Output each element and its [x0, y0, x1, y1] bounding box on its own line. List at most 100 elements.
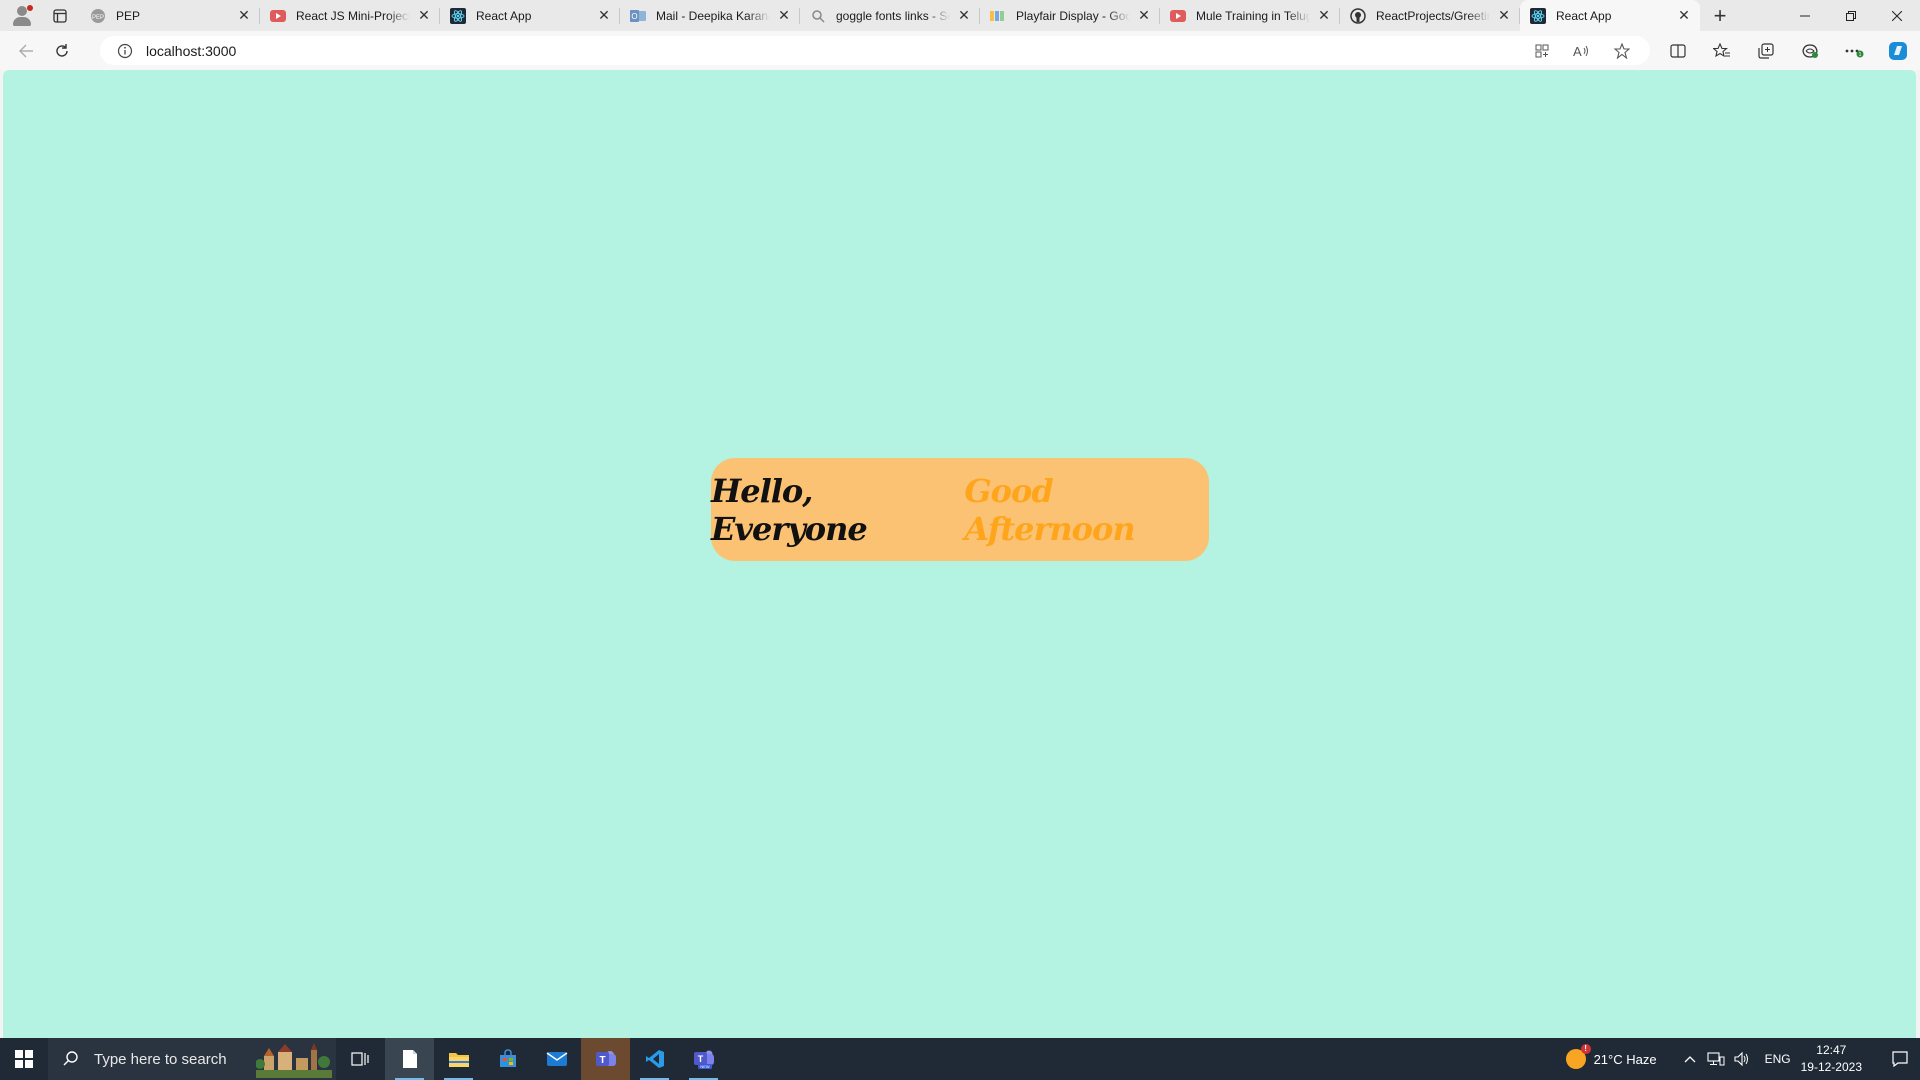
tab-react-app[interactable]: React App ✕: [440, 0, 620, 31]
tab-title: React JS Mini-Projects: [296, 8, 410, 23]
tab-playfair-display[interactable]: Playfair Display - Google Fonts ✕: [980, 0, 1160, 31]
taskbar-app-mail[interactable]: [532, 1038, 581, 1080]
tab-title: Mule Training in Telugu: [1196, 8, 1310, 23]
greeting-time-text: Good Afternoon: [964, 471, 1135, 548]
teams-new-icon: TNEW: [693, 1050, 714, 1069]
network-icon[interactable]: [1705, 1052, 1727, 1066]
tab-title: React App: [1556, 8, 1612, 23]
restore-button[interactable]: [1828, 0, 1874, 31]
tab-strip: PEP PEP ✕ React JS Mini-Projects ✕ React…: [0, 0, 1920, 31]
svg-text:A: A: [1573, 44, 1582, 58]
tab-actions-button[interactable]: [40, 0, 80, 31]
tab-mule-training[interactable]: Mule Training in Telugu ✕: [1160, 0, 1340, 31]
react-icon: [1530, 7, 1546, 24]
close-icon[interactable]: ✕: [236, 7, 252, 24]
tab-github-greeting[interactable]: ReactProjects/Greeting ✕: [1340, 0, 1520, 31]
close-icon[interactable]: ✕: [1676, 7, 1692, 24]
close-window-button[interactable]: [1874, 0, 1920, 31]
windows-logo-icon: [15, 1050, 33, 1068]
show-hidden-icons-button[interactable]: [1679, 1055, 1701, 1063]
close-icon[interactable]: ✕: [1136, 7, 1152, 24]
tab-title: Mail - Deepika Karanam: [656, 8, 770, 23]
search-icon: [62, 1050, 82, 1068]
tab-mail[interactable]: O Mail - Deepika Karanam ✕: [620, 0, 800, 31]
tab-title: PEP: [116, 8, 141, 23]
svg-text:NEW: NEW: [700, 1064, 710, 1069]
settings-more-icon[interactable]: 1: [1832, 31, 1876, 70]
address-bar[interactable]: localhost:3000 A: [100, 36, 1650, 65]
app-available-icon[interactable]: [1522, 36, 1562, 65]
restore-icon: [1846, 10, 1856, 21]
weather-sun-icon: [1565, 1044, 1591, 1069]
google-fonts-icon: [990, 8, 1006, 24]
browser-toolbar: localhost:3000 A 1: [0, 31, 1920, 70]
taskbar-app-store[interactable]: [483, 1038, 532, 1080]
close-icon[interactable]: ✕: [1496, 7, 1512, 24]
teams-icon: T: [595, 1051, 616, 1066]
close-icon[interactable]: ✕: [1316, 7, 1332, 24]
folder-icon: [448, 1053, 469, 1067]
taskbar-search[interactable]: Type here to search: [48, 1038, 336, 1080]
greeting-hello-text: Hello, Everyone: [711, 471, 868, 548]
url-text[interactable]: localhost:3000: [146, 43, 236, 59]
notification-center-button[interactable]: [1880, 1051, 1920, 1067]
refresh-button[interactable]: [44, 36, 80, 66]
clock-time: 12:47: [1816, 1043, 1847, 1057]
tab-actions-icon: [53, 8, 67, 23]
weather-widget[interactable]: 21°C Haze: [1565, 1044, 1657, 1069]
read-aloud-icon[interactable]: A: [1562, 36, 1602, 65]
svg-text:1: 1: [1859, 52, 1862, 58]
copilot-icon[interactable]: [1876, 31, 1920, 70]
collections-icon[interactable]: [1744, 31, 1788, 70]
notepad-icon: [402, 1050, 417, 1068]
browser-tools: 1: [1656, 31, 1920, 70]
browser-essentials-icon[interactable]: [1788, 31, 1832, 70]
favorite-star-icon[interactable]: [1602, 36, 1642, 65]
taskbar-app-vscode[interactable]: [630, 1038, 679, 1080]
taskbar-app-teams-new[interactable]: T NEW: [679, 1038, 728, 1080]
search-highlight-illustration: [256, 1043, 332, 1078]
back-arrow-icon: [19, 44, 33, 57]
vscode-icon: [645, 1050, 664, 1068]
profile-avatar[interactable]: [0, 0, 40, 31]
greeting-card: Hello, Everyone Good Afternoon: [711, 458, 1209, 561]
new-tab-button[interactable]: +: [1700, 0, 1740, 31]
language-indicator[interactable]: ENG: [1765, 1052, 1791, 1066]
svg-text:T: T: [599, 1055, 605, 1066]
minimize-button[interactable]: [1782, 0, 1828, 31]
taskbar-app-notepad[interactable]: [385, 1038, 434, 1080]
tab-react-mini-projects[interactable]: React JS Mini-Projects ✕: [260, 0, 440, 31]
taskbar-app-file-explorer[interactable]: [434, 1038, 483, 1080]
tab-fonts-search[interactable]: goggle fonts links - Search ✕: [800, 0, 980, 31]
outlook-icon: O: [630, 8, 646, 24]
notification-dot: [27, 5, 33, 11]
youtube-icon: [1170, 8, 1186, 24]
task-view-icon: [350, 1052, 369, 1066]
close-icon[interactable]: ✕: [956, 7, 972, 24]
favorites-icon[interactable]: [1700, 31, 1744, 70]
store-icon: [499, 1049, 516, 1067]
task-view-button[interactable]: [336, 1038, 385, 1080]
back-button[interactable]: [8, 36, 44, 66]
volume-icon[interactable]: [1731, 1052, 1753, 1066]
close-icon[interactable]: ✕: [416, 7, 432, 24]
site-info-icon[interactable]: [116, 42, 134, 60]
plus-icon: +: [1713, 2, 1727, 28]
notification-icon: [1892, 1051, 1908, 1067]
react-icon: [450, 7, 466, 24]
taskbar-app-teams-personal[interactable]: T: [581, 1038, 630, 1080]
split-screen-icon[interactable]: [1656, 31, 1700, 70]
tab-react-app-active[interactable]: React App ✕: [1520, 0, 1700, 31]
system-tray: 21°C Haze ENG 12:47 19-12-2023: [1565, 1038, 1920, 1080]
close-icon[interactable]: ✕: [776, 7, 792, 24]
tab-pep[interactable]: PEP PEP ✕: [80, 0, 260, 31]
clock-date: 19-12-2023: [1800, 1060, 1862, 1074]
tab-title: ReactProjects/Greeting: [1376, 8, 1490, 23]
clock[interactable]: 12:47 19-12-2023: [1801, 1042, 1862, 1076]
weather-text: 21°C Haze: [1593, 1051, 1657, 1067]
close-icon: [1892, 10, 1902, 21]
minimize-icon: [1800, 15, 1810, 16]
close-icon[interactable]: ✕: [596, 7, 612, 24]
start-button[interactable]: [0, 1038, 48, 1080]
github-icon: [1350, 7, 1366, 24]
